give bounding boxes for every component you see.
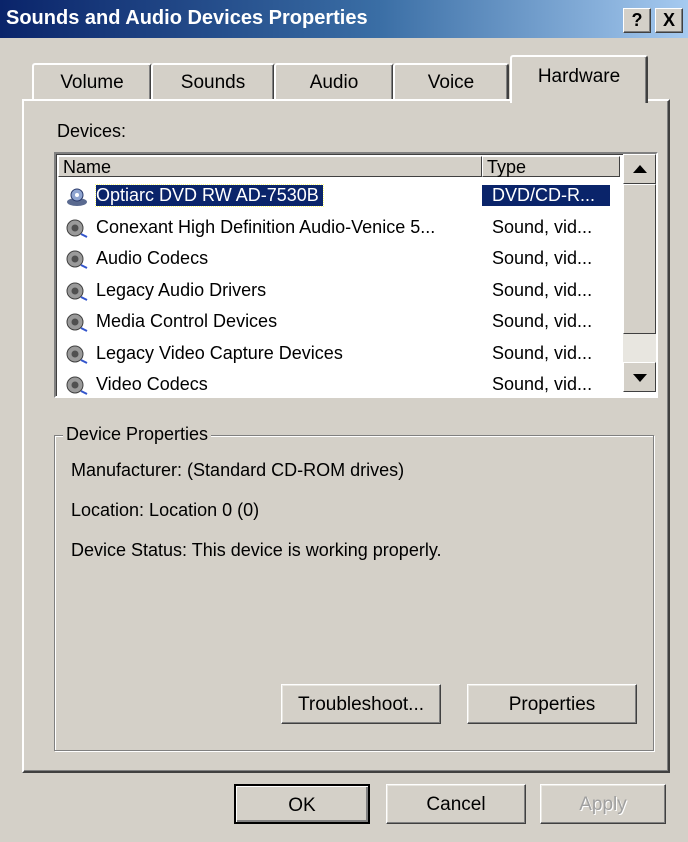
dvd-drive-icon: [67, 188, 87, 206]
device-name: Conexant High Definition Audio-Venice 5.…: [96, 216, 436, 237]
up-arrow-icon: [633, 165, 647, 173]
down-arrow-icon: [633, 374, 647, 382]
speaker-icon: [66, 282, 88, 301]
speaker-icon: [66, 250, 88, 269]
properties-button[interactable]: Properties: [467, 684, 637, 724]
device-row[interactable]: Conexant High Definition Audio-Venice 5.…: [58, 213, 620, 245]
column-header-name[interactable]: Name: [58, 156, 482, 177]
device-name: Optiarc DVD RW AD-7530B: [95, 184, 324, 207]
speaker-icon: [66, 376, 88, 395]
tab-audio[interactable]: Audio: [274, 63, 394, 102]
tab-voice[interactable]: Voice: [393, 63, 509, 102]
hardware-tab-panel: Devices: Name Type Optiarc DVD RW AD-753…: [22, 99, 670, 773]
list-header: Name Type: [58, 156, 620, 179]
vertical-scrollbar[interactable]: [623, 154, 656, 392]
device-type: Sound, vid...: [492, 311, 593, 331]
device-name: Legacy Audio Drivers: [96, 279, 267, 300]
device-row[interactable]: Legacy Video Capture Devices Sound, vid.…: [58, 339, 620, 371]
device-type: Sound, vid...: [492, 374, 593, 394]
manufacturer-text: Manufacturer: (Standard CD-ROM drives): [71, 460, 405, 480]
location-text: Location: Location 0 (0): [71, 500, 260, 520]
scroll-up-button[interactable]: [623, 154, 656, 184]
dialog-window: Sounds and Audio Devices Properties ? X …: [0, 0, 688, 842]
device-type: Sound, vid...: [492, 342, 593, 363]
ok-button[interactable]: OK: [234, 784, 370, 824]
tab-sounds[interactable]: Sounds: [151, 63, 275, 102]
title-bar[interactable]: Sounds and Audio Devices Properties ? X: [0, 0, 688, 38]
troubleshoot-button[interactable]: Troubleshoot...: [281, 684, 441, 724]
apply-button[interactable]: Apply: [540, 784, 666, 824]
column-header-type[interactable]: Type: [482, 156, 620, 177]
devices-label: Devices:: [57, 121, 127, 141]
close-button[interactable]: X: [655, 8, 683, 33]
device-type: Sound, vid...: [492, 248, 593, 268]
group-title: Device Properties: [63, 424, 212, 445]
device-row[interactable]: Media Control Devices Sound, vid...: [58, 307, 620, 339]
device-properties-group: Device Properties Manufacturer: (Standar…: [54, 424, 654, 751]
speaker-icon: [66, 345, 88, 364]
device-name: Media Control Devices: [96, 311, 278, 331]
speaker-icon: [66, 219, 88, 238]
devices-list[interactable]: Name Type Optiarc DVD RW AD-7530B DVD/CD…: [54, 152, 658, 398]
window-title: Sounds and Audio Devices Properties: [6, 7, 368, 29]
speaker-icon: [66, 313, 88, 332]
device-type: Sound, vid...: [492, 216, 593, 237]
device-status-text: Device Status: This device is working pr…: [71, 540, 442, 560]
device-row[interactable]: Video Codecs Sound, vid...: [58, 370, 620, 396]
cancel-button[interactable]: Cancel: [386, 784, 526, 824]
scroll-down-button[interactable]: [623, 362, 656, 392]
device-name: Video Codecs: [96, 374, 208, 394]
device-type: DVD/CD-R...: [482, 185, 610, 206]
device-row[interactable]: Legacy Audio Drivers Sound, vid...: [58, 276, 620, 308]
help-button[interactable]: ?: [623, 8, 651, 33]
device-name: Audio Codecs: [96, 248, 209, 268]
device-row[interactable]: Audio Codecs Sound, vid...: [58, 244, 620, 276]
scroll-thumb[interactable]: [623, 184, 656, 334]
tab-volume[interactable]: Volume: [32, 63, 152, 102]
device-row[interactable]: Optiarc DVD RW AD-7530B DVD/CD-R...: [58, 181, 620, 213]
tab-hardware[interactable]: Hardware: [510, 55, 648, 103]
device-type: Sound, vid...: [492, 279, 593, 300]
device-rows: Optiarc DVD RW AD-7530B DVD/CD-R... Cone…: [58, 181, 620, 396]
device-name: Legacy Video Capture Devices: [96, 342, 343, 363]
